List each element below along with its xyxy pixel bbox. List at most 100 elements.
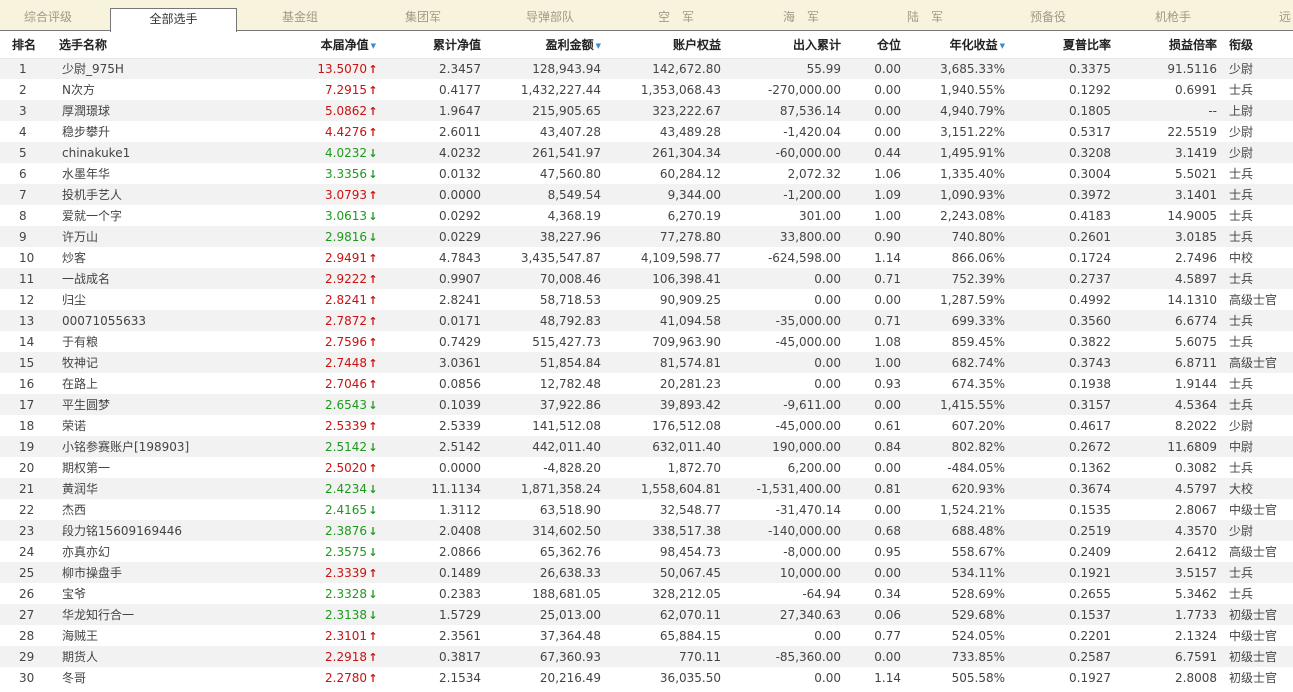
player-name[interactable]: 段力铭15609169446 bbox=[47, 520, 229, 541]
table-row[interactable]: 14 于有粮 2.7596↑ 0.7429 515,427.73 709,963.90 -4… bbox=[0, 331, 1293, 352]
player-name[interactable]: 炒客 bbox=[47, 247, 229, 268]
position-cell: 0.00 bbox=[845, 562, 905, 583]
player-name[interactable]: 华龙知行合一 bbox=[47, 604, 229, 625]
table-row[interactable]: 7 投机手艺人 3.0793↑ 0.0000 8,549.54 9,344.00 -1,20… bbox=[0, 184, 1293, 205]
player-name[interactable]: 宝爷 bbox=[47, 583, 229, 604]
cum-nav-cell: 2.5142 bbox=[380, 436, 485, 457]
player-name[interactable]: 许万山 bbox=[47, 226, 229, 247]
player-name[interactable]: 期货人 bbox=[47, 646, 229, 667]
tab-missile-force[interactable]: 导弹部队 bbox=[526, 0, 574, 31]
player-name[interactable]: 柳市操盘手 bbox=[47, 562, 229, 583]
annual-cell: 4,940.79% bbox=[905, 100, 1009, 121]
table-row[interactable]: 17 平生圆梦 2.6543↓ 0.1039 37,922.86 39,893.42 -9,… bbox=[0, 394, 1293, 415]
table-row[interactable]: 22 杰西 2.4165↓ 1.3112 63,518.90 32,548.77 -31,4… bbox=[0, 499, 1293, 520]
table-row[interactable]: 3 厚潤璟球 5.0862↑ 1.9647 215,905.65 323,222.67 87… bbox=[0, 100, 1293, 121]
player-name[interactable]: N次方 bbox=[47, 79, 229, 100]
tab-composite-rating[interactable]: 综合评级 bbox=[24, 0, 72, 31]
arrow-down-icon: ↓ bbox=[368, 440, 378, 454]
player-name[interactable]: 归尘 bbox=[47, 289, 229, 310]
table-row[interactable]: 4 稳步攀升 4.4276↑ 2.6011 43,407.28 43,489.28 -1,4… bbox=[0, 121, 1293, 142]
position-cell: 0.00 bbox=[845, 100, 905, 121]
rank-cell: 15 bbox=[0, 352, 47, 373]
player-name[interactable]: 一战成名 bbox=[47, 268, 229, 289]
table-row[interactable]: 18 荣诺 2.5339↑ 2.5339 141,512.08 176,512.08 -45… bbox=[0, 415, 1293, 436]
tab-all-players[interactable]: 全部选手 bbox=[110, 8, 237, 32]
cum-nav-cell: 1.3112 bbox=[439, 502, 481, 517]
pnl-cell: 128,943.94 bbox=[485, 58, 605, 79]
table-row[interactable]: 30 冬哥 2.2780↑ 2.1534 20,216.49 36,035.50 0.00 1… bbox=[0, 667, 1293, 688]
table-row[interactable]: 2 N次方 7.2915↑ 0.4177 1,432,227.44 1,353,068.4… bbox=[0, 79, 1293, 100]
loss-ratio-cell: 8.2022 bbox=[1175, 418, 1217, 433]
table-row[interactable]: 26 宝爷 2.3328↓ 0.2383 188,681.05 328,212.05 -64… bbox=[0, 583, 1293, 604]
table-row[interactable]: 20 期权第一 2.5020↑ 0.0000 -4,828.20 1,872.70 6,20… bbox=[0, 457, 1293, 478]
player-name[interactable]: chinakuke1 bbox=[47, 142, 229, 163]
tab-far[interactable]: 远 bbox=[1279, 0, 1291, 31]
nav-value: 2.2780 bbox=[325, 670, 367, 685]
tab-group-army[interactable]: 集团军 bbox=[405, 0, 441, 31]
player-name[interactable]: 水墨年华 bbox=[47, 163, 229, 184]
tab-fund-group[interactable]: 基金组 bbox=[282, 0, 318, 31]
table-row[interactable]: 9 许万山 2.9816↓ 0.0229 38,227.96 77,278.80 33,80… bbox=[0, 226, 1293, 247]
equity-cell: 9,344.00 bbox=[605, 184, 725, 205]
equity-cell: 32,548.77 bbox=[659, 502, 721, 517]
loss-ratio-cell: 2.7496 bbox=[1175, 250, 1217, 265]
player-name[interactable]: 投机手艺人 bbox=[47, 184, 229, 205]
table-row[interactable]: 15 牧神记 2.7448↑ 3.0361 51,854.84 81,574.81 0.00… bbox=[0, 352, 1293, 373]
player-name[interactable]: 厚潤璟球 bbox=[47, 100, 229, 121]
table-row[interactable]: 12 归尘 2.8241↑ 2.8241 58,718.53 90,909.25 0.00 0… bbox=[0, 289, 1293, 310]
nav-value: 2.7872 bbox=[325, 313, 367, 328]
header-nav-sortable[interactable]: 本届净值 bbox=[229, 31, 380, 58]
player-name[interactable]: 在路上 bbox=[47, 373, 229, 394]
header-annual-sortable[interactable]: 年化收益 bbox=[905, 31, 1009, 58]
player-name[interactable]: 海贼王 bbox=[47, 625, 229, 646]
inout-cell: 301.00 bbox=[799, 208, 841, 223]
header-pnl-sortable[interactable]: 盈利金额 bbox=[485, 31, 605, 58]
tab-air-force[interactable]: 空 军 bbox=[658, 0, 694, 31]
player-name[interactable]: 冬哥 bbox=[47, 667, 229, 688]
equity-cell: 60,284.12 bbox=[659, 166, 721, 181]
player-name[interactable]: 于有粮 bbox=[47, 331, 229, 352]
nav-cell: 2.2780↑ bbox=[229, 667, 380, 688]
table-row[interactable]: 1 少尉_975H 13.5070↑ 2.3457 128,943.94 142,672.… bbox=[0, 58, 1293, 79]
table-row[interactable]: 6 水墨年华 3.3356↓ 0.0132 47,560.80 60,284.12 2,07… bbox=[0, 163, 1293, 184]
ranking-table: 排名 选手名称 本届净值 累计净值 盈利金额 账户权益 出入累计 仓位 年化收益… bbox=[0, 31, 1293, 688]
player-name[interactable]: 小铭参赛账户[198903] bbox=[47, 436, 229, 457]
tab-army[interactable]: 陆 军 bbox=[907, 0, 943, 31]
table-row[interactable]: 19 小铭参赛账户[198903] 2.5142↓ 2.5142 442,011.40 6… bbox=[0, 436, 1293, 457]
player-name[interactable]: 黄润华 bbox=[47, 478, 229, 499]
table-row[interactable]: 11 一战成名 2.9222↑ 0.9907 70,008.46 106,398.41 0.… bbox=[0, 268, 1293, 289]
tab-reserve[interactable]: 预备役 bbox=[1030, 0, 1066, 31]
annual-cell: 802.82% bbox=[905, 436, 1009, 457]
player-name[interactable]: 00071055633 bbox=[47, 310, 229, 331]
player-name[interactable]: 亦真亦幻 bbox=[47, 541, 229, 562]
table-row[interactable]: 28 海贼王 2.3101↑ 2.3561 37,364.48 65,884.15 0.00… bbox=[0, 625, 1293, 646]
table-row[interactable]: 23 段力铭15609169446 2.3876↓ 2.0408 314,602.50 3… bbox=[0, 520, 1293, 541]
table-row[interactable]: 5 chinakuke1 4.0232↓ 4.0232 261,541.97 261,30… bbox=[0, 142, 1293, 163]
rank-cell: 7 bbox=[0, 184, 47, 205]
player-name[interactable]: 牧神记 bbox=[47, 352, 229, 373]
rank-cell: 19 bbox=[0, 436, 47, 457]
player-name[interactable]: 稳步攀升 bbox=[47, 121, 229, 142]
player-name[interactable]: 爱就一个字 bbox=[47, 205, 229, 226]
table-row[interactable]: 10 炒客 2.9491↑ 4.7843 3,435,547.87 4,109,598.7… bbox=[0, 247, 1293, 268]
nav-cell: 7.2915↑ bbox=[229, 79, 380, 100]
table-row[interactable]: 16 在路上 2.7046↑ 0.0856 12,782.48 20,281.23 0.00… bbox=[0, 373, 1293, 394]
player-name[interactable]: 杰西 bbox=[47, 499, 229, 520]
player-name[interactable]: 平生圆梦 bbox=[47, 394, 229, 415]
nav-value: 2.7596 bbox=[325, 334, 367, 349]
arrow-down-icon: ↓ bbox=[368, 482, 378, 496]
player-name[interactable]: 少尉_975H bbox=[47, 58, 229, 79]
player-name[interactable]: 期权第一 bbox=[47, 457, 229, 478]
equity-cell: 81,574.81 bbox=[605, 352, 725, 373]
table-row[interactable]: 27 华龙知行合一 2.3138↓ 1.5729 25,013.00 62,070.11 2… bbox=[0, 604, 1293, 625]
table-row[interactable]: 29 期货人 2.2918↑ 0.3817 67,360.93 770.11 -85,360… bbox=[0, 646, 1293, 667]
tab-navy[interactable]: 海 军 bbox=[783, 0, 819, 31]
table-row[interactable]: 8 爱就一个字 3.0613↓ 0.0292 4,368.19 6,270.19 301.0… bbox=[0, 205, 1293, 226]
tab-machine-gunner[interactable]: 机枪手 bbox=[1155, 0, 1191, 31]
table-row[interactable]: 13 00071055633 2.7872↑ 0.0171 48,792.83 41,09… bbox=[0, 310, 1293, 331]
table-row[interactable]: 24 亦真亦幻 2.3575↓ 2.0866 65,362.76 98,454.73 -8,… bbox=[0, 541, 1293, 562]
rank-cell: 11 bbox=[0, 268, 47, 289]
table-row[interactable]: 21 黄润华 2.4234↓ 11.1134 1,871,358.24 1,558,604… bbox=[0, 478, 1293, 499]
table-row[interactable]: 25 柳市操盘手 2.3339↑ 0.1489 26,638.33 50,067.45 10… bbox=[0, 562, 1293, 583]
player-name[interactable]: 荣诺 bbox=[47, 415, 229, 436]
